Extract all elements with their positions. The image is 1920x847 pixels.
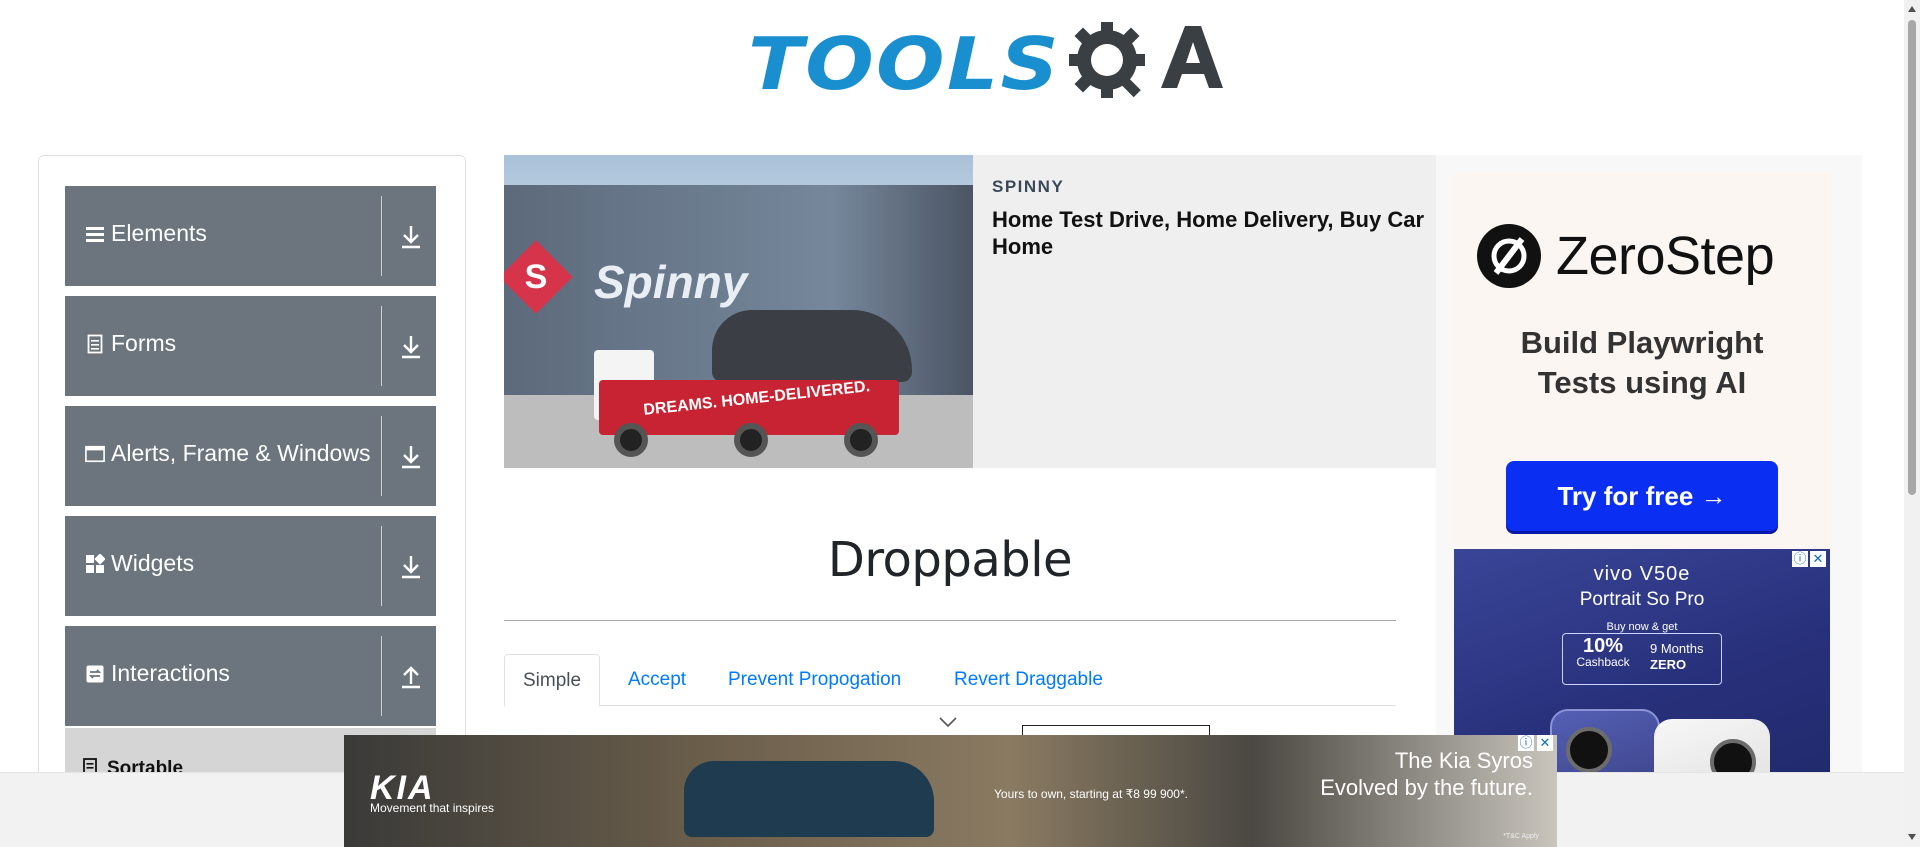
chevron-down-icon[interactable]: [938, 716, 958, 728]
sidebar-group-label: Interactions: [85, 660, 230, 687]
kia-terms: *T&C Apply: [1503, 833, 1539, 840]
zerostep-tagline-line-2: Tests using AI: [1537, 365, 1747, 400]
vivo-cashback: 10% Cashback: [1568, 636, 1638, 669]
site-logo[interactable]: TOOLS: [748, 16, 1224, 112]
wheel-icon: [734, 423, 768, 457]
ad-sponsor[interactable]: SPINNY: [992, 177, 1064, 197]
zerostep-tagline: Build Playwright Tests using AI: [1454, 323, 1830, 403]
sidebar-group-widgets-label: Widgets: [111, 550, 195, 576]
zerostep-ad[interactable]: ZeroStep Build Playwright Tests using AI…: [1454, 173, 1830, 551]
droppable-tabs: Simple Accept Prevent Propogation Revert…: [504, 654, 1396, 707]
vivo-cashback-pct: 10%: [1582, 635, 1624, 657]
kia-ad[interactable]: KIA Movement that inspires Yours to own,…: [344, 735, 1557, 847]
sidebar-group-label: Widgets: [85, 550, 194, 577]
divider: [381, 526, 382, 606]
scroll-up-icon[interactable]: [1908, 6, 1916, 12]
page-scrollbar[interactable]: [1904, 0, 1920, 847]
title-divider: [504, 620, 1396, 621]
kia-price: Yours to own, starting at ₹8 99 900*.: [994, 787, 1188, 801]
sidebar-group-alerts-label: Alerts, Frame & Windows: [111, 440, 371, 466]
sidebar-group-elements[interactable]: Elements: [65, 186, 436, 286]
sidebar-group-alerts[interactable]: Alerts, Frame & Windows: [65, 406, 436, 506]
widgets-icon: [85, 553, 105, 574]
gear-qa-icon: [1069, 22, 1224, 98]
ad-info-icon[interactable]: ⓘ: [1518, 735, 1534, 751]
download-arrow-icon[interactable]: [399, 224, 423, 250]
ad-close-icon[interactable]: ✕: [1810, 551, 1826, 567]
hamburger-icon: [85, 224, 105, 244]
car-image: [712, 310, 912, 382]
ad-image-brand: Spinny: [594, 256, 748, 308]
scroll-down-icon[interactable]: [1908, 834, 1916, 840]
spinny-ad[interactable]: S Spinny DREAMS. HOME-DELIVERED. SPINNY …: [504, 155, 1436, 468]
logo-text: TOOLS: [748, 22, 1061, 106]
wheel-icon: [614, 423, 648, 457]
tab-accept[interactable]: Accept: [610, 654, 704, 706]
download-arrow-icon[interactable]: [399, 444, 423, 470]
zerostep-logo-icon: [1477, 224, 1541, 288]
kia-headline-line-2: Evolved by the future.: [1320, 775, 1533, 800]
sidebar-group-label: Alerts, Frame & Windows: [85, 440, 370, 467]
download-arrow-icon[interactable]: [399, 554, 423, 580]
zerostep-brand-row: ZeroStep: [1476, 223, 1775, 289]
vivo-brand: vivo V50e: [1593, 563, 1691, 585]
vivo-subtitle: Portrait So Pro: [1579, 589, 1705, 610]
divider: [381, 306, 382, 386]
sidebar-group-label: Elements: [85, 220, 207, 247]
truck-text: DREAMS. HOME-DELIVERED.: [642, 378, 871, 419]
divider: [381, 196, 382, 276]
scrollbar-thumb[interactable]: [1908, 20, 1916, 495]
sidebar-group-forms-label: Forms: [111, 330, 177, 356]
ad-headline[interactable]: Home Test Drive, Home Delivery, Buy Car …: [992, 206, 1436, 260]
document-icon: [85, 334, 105, 354]
vivo-buy-now: Buy now & get: [1606, 621, 1678, 633]
interactions-icon: [85, 664, 105, 684]
tab-simple[interactable]: Simple: [504, 654, 601, 707]
camera-lens: [1566, 727, 1612, 773]
sidebar-group-interactions-label: Interactions: [111, 660, 230, 686]
zerostep-brand: ZeroStep: [1556, 226, 1775, 286]
vivo-cashback-label: Cashback: [1576, 655, 1630, 669]
vivo-zero: ZERO: [1650, 657, 1687, 672]
download-arrow-icon[interactable]: [399, 334, 423, 360]
vivo-emi: 9 Months ZERO: [1650, 641, 1720, 673]
sidebar-group-elements-label: Elements: [111, 220, 207, 246]
divider: [381, 636, 382, 716]
ad-info-icon[interactable]: ⓘ: [1792, 551, 1808, 567]
tab-revert-draggable[interactable]: Revert Draggable: [936, 654, 1121, 706]
suv-image: [684, 761, 934, 837]
wheel-icon: [844, 423, 878, 457]
upload-arrow-icon[interactable]: [399, 664, 423, 690]
sidebar-group-widgets[interactable]: Widgets: [65, 516, 436, 616]
zerostep-tagline-line-1: Build Playwright: [1520, 325, 1764, 360]
ad-close-icon[interactable]: ✕: [1537, 735, 1553, 751]
page-title: Droppable: [827, 532, 1073, 588]
kia-headline-line-1: The Kia Syros: [1394, 748, 1533, 773]
spinny-ad-image[interactable]: S Spinny DREAMS. HOME-DELIVERED.: [504, 155, 973, 468]
window-icon: [85, 444, 105, 464]
kia-headline: The Kia Syros Evolved by the future.: [1320, 747, 1533, 801]
sidebar-group-label: Forms: [85, 330, 176, 357]
sidebar-group-interactions[interactable]: Interactions: [65, 626, 436, 726]
try-for-free-button[interactable]: Try for free →: [1506, 461, 1778, 531]
divider: [381, 416, 382, 496]
vivo-months: 9 Months: [1650, 641, 1704, 656]
sidebar-group-forms[interactable]: Forms: [65, 296, 436, 396]
tab-prevent-propogation[interactable]: Prevent Propogation: [710, 654, 919, 706]
kia-motto: Movement that inspires: [370, 801, 495, 815]
